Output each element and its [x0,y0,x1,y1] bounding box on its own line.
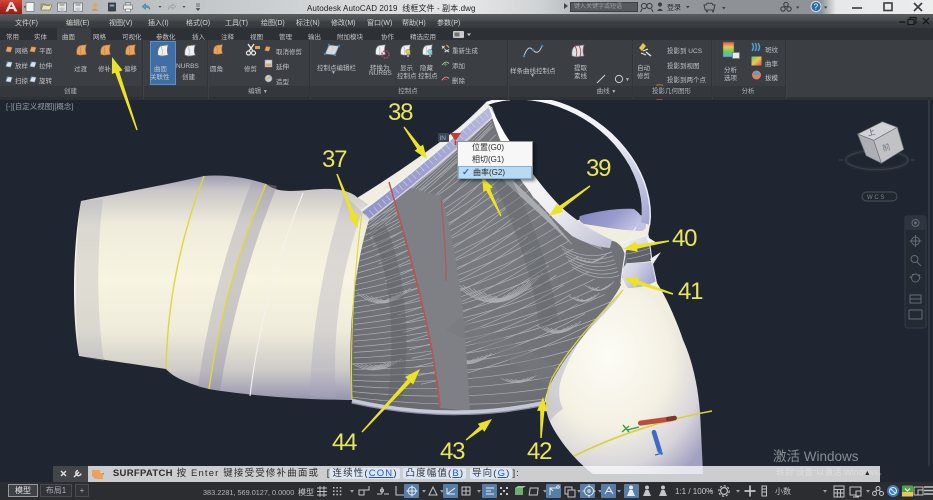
svg-text:IN: IN [440,135,447,142]
svg-text:登录: 登录 [667,3,681,12]
svg-text:W C S: W C S [867,195,884,201]
svg-text:1:1 / 100%: 1:1 / 100% [675,487,713,496]
svg-text:激活 Windows: 激活 Windows [773,449,859,464]
svg-text:?: ? [814,3,819,12]
svg-text:小数: 小数 [775,486,791,496]
